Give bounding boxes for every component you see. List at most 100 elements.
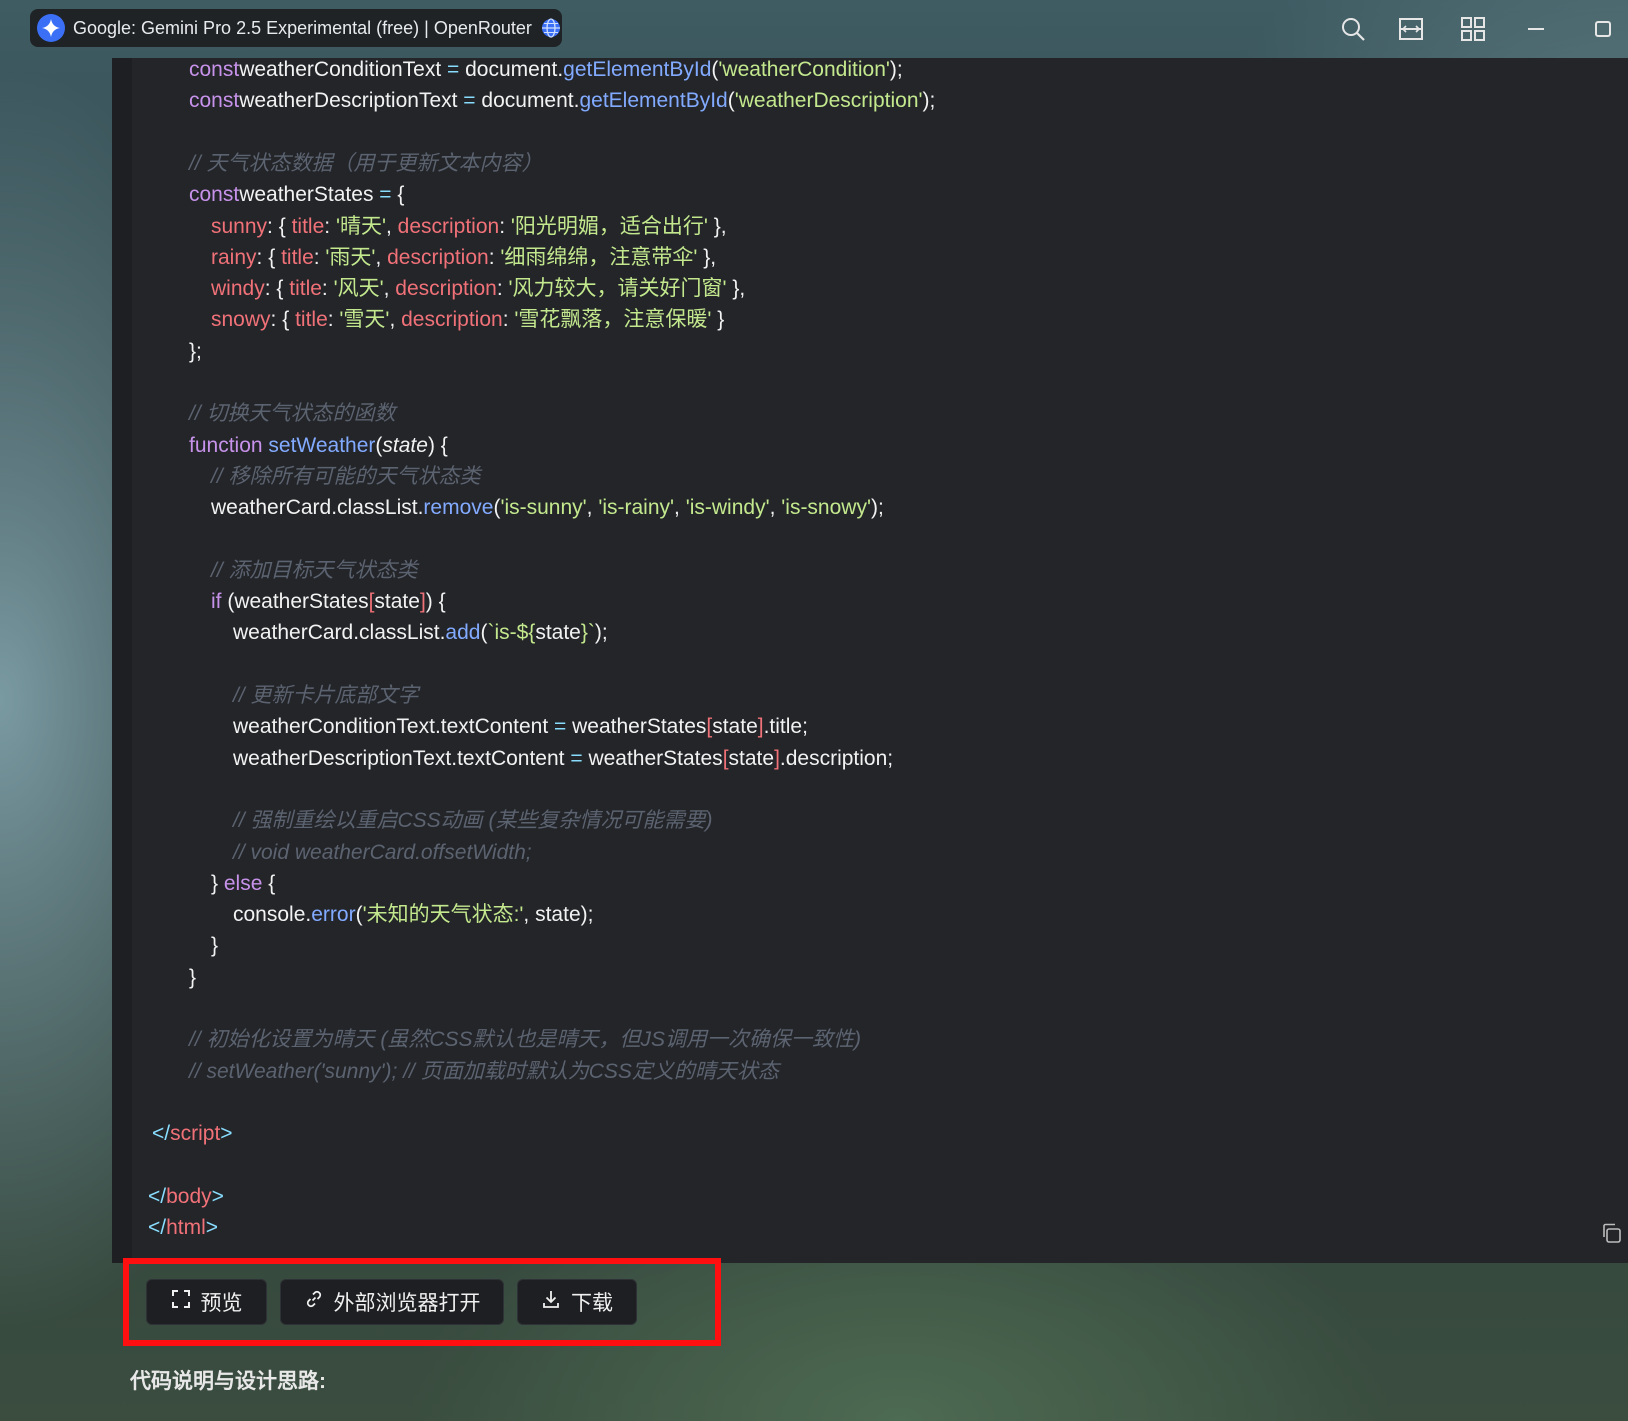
code-token: title bbox=[291, 214, 325, 238]
code-token: ) { bbox=[427, 433, 448, 457]
code-token: ( bbox=[221, 590, 235, 614]
code-line: // void weatherCard.offsetWidth; bbox=[233, 837, 532, 868]
search-icon[interactable] bbox=[1340, 16, 1366, 42]
globe-icon[interactable] bbox=[540, 17, 562, 39]
code-token: : { bbox=[270, 308, 296, 332]
code-token: else bbox=[223, 871, 263, 895]
code-token: '细雨绵绵，注意带伞' bbox=[500, 245, 698, 269]
code-token: } bbox=[189, 965, 197, 989]
code-token: weatherStates bbox=[588, 746, 723, 770]
maximize-icon[interactable] bbox=[1590, 16, 1616, 42]
grid-icon[interactable] bbox=[1460, 16, 1486, 42]
preview-label: 预览 bbox=[200, 1292, 243, 1315]
code-token: description bbox=[397, 214, 500, 238]
code-token: `is-${ bbox=[487, 621, 536, 645]
preview-button[interactable]: 预览 bbox=[146, 1279, 267, 1325]
code-line: // 添加目标天气状态类 bbox=[211, 555, 418, 586]
code-line: // 初始化设置为晴天 (虽然CSS默认也是晴天，但JS调用一次确保一致性) bbox=[189, 1024, 861, 1055]
code-token: weatherStates bbox=[239, 183, 374, 207]
code-token: ( bbox=[355, 903, 363, 927]
code-token: 'is-sunny' bbox=[500, 496, 587, 520]
code-token: ) { bbox=[425, 590, 446, 614]
code-line: weatherCard.classList.add(`is-${state}`)… bbox=[233, 617, 608, 648]
code-token: weatherDescriptionText bbox=[239, 89, 458, 113]
code-token: : { bbox=[256, 245, 282, 269]
code-token: , bbox=[769, 496, 782, 520]
code-line: // 切换天气状态的函数 bbox=[189, 398, 396, 429]
browser-tab[interactable]: Google: Gemini Pro 2.5 Experimental (fre… bbox=[30, 9, 562, 47]
code-token: } bbox=[211, 871, 224, 895]
code-line: snowy: { title: '雪天', description: '雪花飘落… bbox=[211, 304, 724, 335]
code-token: // 更新卡片底部文字 bbox=[233, 684, 419, 707]
code-line: // 更新卡片底部文字 bbox=[233, 680, 419, 711]
code-token: = bbox=[373, 183, 398, 207]
code-token: .description; bbox=[779, 746, 894, 770]
code-line: // setWeather('sunny'); // 页面加载时默认为CSS定义… bbox=[189, 1056, 779, 1087]
code-token: title bbox=[295, 308, 328, 332]
code-line: // 强制重绘以重启CSS动画 (某些复杂情况可能需要) bbox=[233, 805, 713, 836]
tab-title: Google: Gemini Pro 2.5 Experimental (fre… bbox=[73, 17, 532, 38]
open-external-button[interactable]: 外部浏览器打开 bbox=[280, 1279, 504, 1325]
code-token: weatherDescriptionText.textContent bbox=[233, 746, 565, 770]
code-token: 'weatherDescription' bbox=[734, 89, 923, 113]
code-token: const bbox=[189, 89, 240, 113]
code-token: // 添加目标天气状态类 bbox=[211, 558, 418, 582]
code-token: , bbox=[375, 245, 388, 269]
code-token: } bbox=[711, 308, 725, 332]
code-line: // 天气状态数据（用于更新文本内容） bbox=[189, 148, 543, 179]
code-token: : bbox=[327, 308, 340, 332]
code-token: </ bbox=[152, 1122, 171, 1146]
code-token: sunny bbox=[211, 214, 268, 238]
code-token: // 切换天气状态的函数 bbox=[189, 402, 396, 426]
code-line: weatherCard.classList.remove('is-sunny',… bbox=[211, 492, 884, 523]
code-token: }, bbox=[726, 277, 746, 301]
code-token: error bbox=[311, 903, 356, 927]
open-external-label: 外部浏览器打开 bbox=[333, 1292, 481, 1315]
code-token: weatherStates bbox=[234, 590, 369, 614]
code-token: , state); bbox=[523, 903, 594, 927]
code-line: weatherConditionText.textContent = weath… bbox=[233, 711, 808, 742]
code-token: document. bbox=[481, 89, 580, 113]
code-token: setWeather bbox=[262, 433, 376, 457]
code-line: </html> bbox=[148, 1212, 218, 1243]
code-token: }; bbox=[189, 339, 202, 363]
code-token: '阳光明媚，适合出行' bbox=[510, 214, 708, 238]
code-token: '未知的天气状态:' bbox=[362, 903, 524, 927]
code-line: } bbox=[189, 962, 196, 993]
code-token: title bbox=[289, 277, 322, 301]
code-token: : bbox=[324, 214, 336, 238]
code-token: 'weatherCondition' bbox=[718, 58, 890, 81]
code-token: // 移除所有可能的天气状态类 bbox=[211, 464, 481, 488]
code-token: add bbox=[445, 621, 481, 645]
minimize-icon[interactable] bbox=[1523, 16, 1549, 42]
code-token: }, bbox=[707, 214, 727, 238]
code-line: if (weatherStates[state]) { bbox=[211, 586, 446, 617]
code-token: rainy bbox=[211, 245, 257, 269]
code-token: windy bbox=[211, 277, 265, 301]
code-token: getElementById bbox=[579, 89, 728, 113]
code-token: const bbox=[189, 183, 240, 207]
code-line: constweatherDescriptionText = document.g… bbox=[189, 85, 935, 116]
code-token: document. bbox=[465, 58, 564, 81]
code-line: rainy: { title: '雨天', description: '细雨绵绵… bbox=[211, 242, 716, 273]
code-token: }, bbox=[697, 245, 717, 269]
code-token: 'is-snowy' bbox=[781, 496, 871, 520]
code-token: '晴天' bbox=[335, 214, 386, 238]
download-button[interactable]: 下载 bbox=[517, 1279, 637, 1325]
code-token: const bbox=[189, 58, 240, 81]
code-token: : bbox=[499, 214, 511, 238]
code-token: '雪天' bbox=[339, 308, 390, 332]
translate-icon[interactable] bbox=[1398, 16, 1424, 42]
code-token: if bbox=[211, 590, 222, 614]
code-token: ); bbox=[594, 621, 608, 645]
section-heading: 代码说明与设计思路: bbox=[130, 1370, 326, 1393]
code-token: : bbox=[488, 245, 501, 269]
code-token: function bbox=[189, 433, 263, 457]
code-line: </script> bbox=[152, 1118, 233, 1149]
code-token: '风力较大，请关好门窗' bbox=[508, 277, 727, 301]
code-line: constweatherConditionText = document.get… bbox=[189, 54, 903, 85]
code-token: : bbox=[496, 277, 509, 301]
code-block-gutter bbox=[112, 58, 132, 1263]
code-token: , bbox=[389, 308, 402, 332]
copy-icon[interactable] bbox=[1600, 1222, 1622, 1244]
